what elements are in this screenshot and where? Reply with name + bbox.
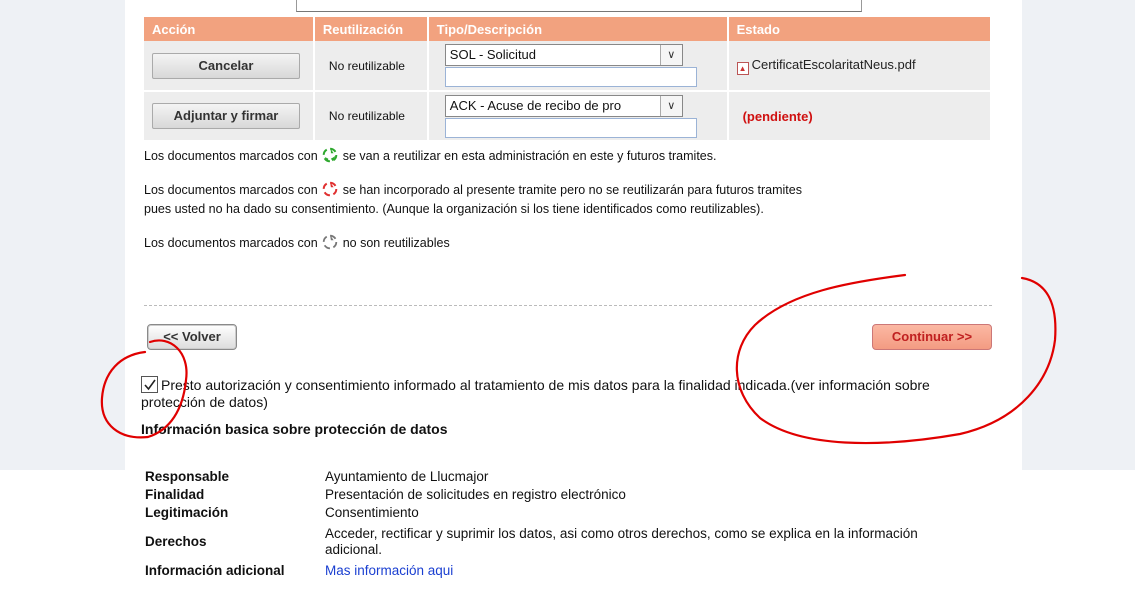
chevron-down-icon[interactable]: ∨ (659, 95, 682, 116)
info-key: Finalidad (145, 487, 205, 502)
type-select[interactable]: SOL - Solicitud ∨ (444, 44, 683, 66)
reuse-text: No reutilizable (328, 58, 405, 73)
privacy-info-table: Responsable Ayuntamiento de Llucmajor Fi… (141, 468, 961, 580)
cancel-button[interactable]: Cancelar (152, 52, 300, 79)
attach-sign-button[interactable]: Adjuntar y firmar (152, 103, 300, 129)
legend-red-pre: Los documentos marcados con (144, 183, 318, 197)
legend-red-line2: pues usted no ha dado su consentimiento.… (144, 202, 764, 216)
checkmark-icon (144, 379, 156, 391)
documents-table: Acción Reutilización Tipo/Descripción Es… (144, 17, 993, 142)
continue-button[interactable]: Continuar >> (872, 324, 992, 350)
table-row: Derechos Acceder, rectificar y suprimir … (141, 522, 961, 562)
description-input[interactable] (444, 67, 697, 87)
legend-green: Los documentos marcados con se van a reu… (144, 146, 1004, 166)
privacy-info-title: Información basica sobre protección de d… (141, 421, 448, 437)
top-input-fragment[interactable] (296, 0, 862, 12)
description-input[interactable] (444, 117, 697, 138)
type-select[interactable]: ACK - Acuse de recibo de pro ∨ (444, 94, 683, 117)
recycle-grey-icon (323, 234, 338, 250)
legend-grey: Los documentos marcados con no son reuti… (144, 233, 1004, 253)
info-key: Derechos (145, 534, 207, 549)
info-value: Presentación de solicitudes en registro … (325, 487, 626, 502)
back-button[interactable]: << Volver (147, 324, 237, 350)
recycle-red-icon (322, 181, 338, 197)
legend-green-pre: Los documentos marcados con (144, 149, 318, 163)
type-cell: SOL - Solicitud ∨ (427, 41, 729, 92)
header-tipo: Tipo/Descripción (427, 17, 729, 41)
annotation-circle-continue (735, 273, 1057, 445)
status-file-name[interactable]: CertificatEscolaritatNeus.pdf (752, 57, 916, 72)
table-row: Información adicional Mas información aq… (141, 562, 961, 580)
pdf-file-icon: ▲ (736, 61, 749, 75)
chevron-down-icon[interactable]: ∨ (659, 45, 682, 65)
consent-checkbox[interactable] (141, 376, 158, 393)
status-pending: (pendiente) (742, 108, 813, 124)
header-accion: Acción (144, 17, 315, 41)
legend-green-post: se van a reutilizar en esta administraci… (342, 149, 717, 163)
status-cell: (pendiente) (727, 91, 993, 142)
header-estado: Estado (727, 17, 993, 41)
recycle-green-icon (322, 147, 338, 163)
status-file[interactable]: ▲ CertificatEscolaritatNeus.pdf (729, 57, 916, 75)
table-header-row: Acción Reutilización Tipo/Descripción Es… (144, 17, 993, 41)
info-value: Acceder, rectificar y suprimir los datos… (325, 526, 918, 557)
table-row: Adjuntar y firmar No reutilizable ACK - … (144, 91, 993, 142)
table-row: Cancelar No reutilizable SOL - Solicitud… (144, 41, 993, 92)
page-background-right (1022, 0, 1135, 470)
table-row: Finalidad Presentación de solicitudes en… (141, 486, 961, 504)
table-row: Legitimación Consentimiento (141, 504, 961, 522)
section-divider (144, 305, 992, 306)
action-cell: Adjuntar y firmar (144, 91, 315, 142)
status-cell: ▲ CertificatEscolaritatNeus.pdf (727, 41, 993, 92)
info-value: Ayuntamiento de Llucmajor (325, 469, 489, 484)
table-row: Responsable Ayuntamiento de Llucmajor (141, 468, 961, 486)
legend-grey-post: no son reutilizables (342, 236, 450, 250)
info-key: Legitimación (145, 505, 229, 520)
info-value-cell: Mas información aqui (321, 562, 961, 580)
reuse-cell: No reutilizable (313, 41, 429, 92)
action-cell: Cancelar (144, 41, 315, 92)
reuse-text: No reutilizable (328, 109, 405, 123)
legend-grey-pre: Los documentos marcados con (144, 236, 318, 250)
consent-text: Presto autorización y consentimiento inf… (141, 377, 930, 410)
type-select-value: ACK - Acuse de recibo de pro (449, 97, 622, 113)
info-key: Responsable (145, 469, 230, 484)
more-info-link[interactable]: Mas información aqui (325, 563, 453, 578)
legend-red: Los documentos marcados con se han incor… (144, 180, 1004, 219)
info-key: Información adicional (145, 563, 285, 578)
header-reutilizacion: Reutilización (313, 17, 429, 41)
consent-block: Presto autorización y consentimiento inf… (141, 376, 941, 411)
legend-red-post: se han incorporado al presente tramite p… (342, 183, 802, 197)
reuse-cell: No reutilizable (313, 91, 429, 142)
page-background-left (0, 0, 125, 470)
type-cell: ACK - Acuse de recibo de pro ∨ (427, 91, 729, 142)
info-value: Consentimiento (325, 505, 419, 520)
type-select-value: SOL - Solicitud (449, 47, 537, 62)
